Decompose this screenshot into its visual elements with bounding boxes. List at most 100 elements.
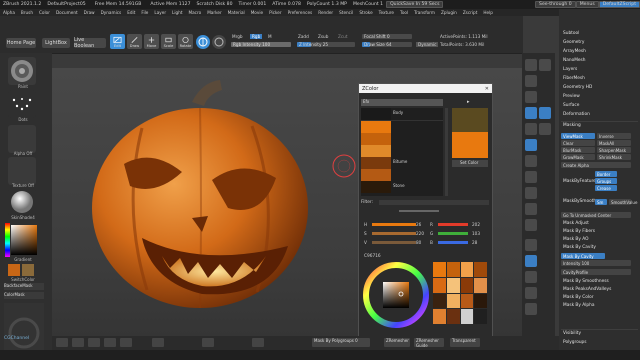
material-thumbnail[interactable] <box>8 188 36 216</box>
secondary-color-swatch[interactable] <box>22 264 34 276</box>
menu-item[interactable]: Edit <box>124 10 138 15</box>
bottom-shelf-button[interactable] <box>56 338 68 347</box>
geometry-hd-menu[interactable]: Geometry HD <box>563 85 592 90</box>
rotate-view-button[interactable] <box>525 219 537 231</box>
h-slider[interactable] <box>372 223 416 226</box>
stroke-thumbnail[interactable] <box>8 90 36 118</box>
lightbox-button[interactable]: LightBox <box>42 38 70 48</box>
menu-item[interactable]: Zscript <box>460 10 481 15</box>
palette-swatch[interactable] <box>433 262 446 277</box>
move-view-button[interactable] <box>525 187 537 199</box>
blur-mask-button[interactable]: BlurMask <box>561 147 595 153</box>
sharpen-mask-button[interactable]: SharpenMask <box>597 147 631 153</box>
rgb-intensity-slider[interactable]: Rgb Intensity 100 <box>231 42 291 47</box>
bottom-shelf-button[interactable] <box>104 338 116 347</box>
menu-item[interactable]: Marker <box>204 10 224 15</box>
palette-swatch[interactable] <box>433 293 446 309</box>
palette-swatch[interactable] <box>446 262 460 277</box>
solo-button[interactable] <box>525 287 537 299</box>
color-palette-grid[interactable] <box>433 262 487 324</box>
switch-color-label[interactable]: SwitchColor <box>0 277 46 282</box>
lsym-button[interactable] <box>525 155 537 167</box>
menu-item[interactable]: Tool <box>397 10 411 15</box>
mask-by-ao-menu[interactable]: Mask By AO <box>563 237 589 242</box>
menu-item[interactable]: Color <box>36 10 53 15</box>
menu-item[interactable]: Brush <box>18 10 36 15</box>
menu-item[interactable]: Transform <box>411 10 438 15</box>
bpr-button[interactable] <box>525 59 537 71</box>
palette-swatch[interactable] <box>446 293 460 309</box>
b-slider[interactable] <box>438 241 468 244</box>
color-wheel[interactable] <box>363 262 429 328</box>
swatch-list[interactable]: Body Bitume Stone <box>361 108 443 196</box>
close-icon[interactable]: ✕ <box>485 86 489 92</box>
ghost-button[interactable] <box>525 271 537 283</box>
palette-swatch[interactable] <box>460 277 474 293</box>
set-color-button[interactable]: Set Color <box>452 160 488 167</box>
menu-item[interactable]: Document <box>53 10 81 15</box>
palette-swatch[interactable] <box>460 309 474 324</box>
quicksave-button[interactable]: QuickSave In 59 Secs <box>386 1 444 8</box>
menu-item[interactable]: Stencil <box>336 10 356 15</box>
hex-value[interactable]: C96716 <box>364 254 381 259</box>
menu-item[interactable]: Layer <box>151 10 169 15</box>
local-button[interactable] <box>525 139 537 151</box>
gyro-button[interactable] <box>196 35 210 49</box>
menu-item[interactable]: Help <box>480 10 496 15</box>
zoom3d-button[interactable] <box>525 203 537 215</box>
menu-item[interactable]: Movie <box>248 10 266 15</box>
cavity-profile-button[interactable]: CavityProfile <box>561 269 631 275</box>
mask-adjust-menu[interactable]: Mask Adjust <box>563 221 589 226</box>
palette-swatch[interactable] <box>446 277 460 293</box>
menu-item[interactable]: Preferences <box>285 10 316 15</box>
dynamic-toggle[interactable]: Dynamic <box>416 42 439 47</box>
texture-thumbnail[interactable] <box>8 157 36 185</box>
zremesher-guide-button[interactable]: ZRemesher Guide <box>414 338 444 348</box>
cavity-intensity-slider[interactable]: Intensity 100 <box>561 260 631 266</box>
palette-swatch[interactable] <box>474 277 487 293</box>
zoom-button[interactable] <box>525 91 537 103</box>
r-slider[interactable] <box>438 223 468 226</box>
zcolor-search[interactable]: Efx <box>361 99 443 106</box>
inverse-button[interactable]: Inverse <box>597 133 631 139</box>
move-tool-button[interactable]: Move <box>144 34 159 49</box>
bottom-shelf-button[interactable] <box>202 338 214 347</box>
menu-item[interactable]: Texture <box>376 10 397 15</box>
go-unmasked-center-button[interactable]: Go To Unmasked Center <box>561 212 631 218</box>
swatch-stone[interactable] <box>361 181 391 193</box>
backface-mask-button[interactable]: BackfaceMask <box>4 283 44 290</box>
rotate-tool-button[interactable]: Rotate <box>178 34 193 49</box>
border-option[interactable]: Border <box>595 171 617 177</box>
edit-tool-button[interactable]: Edit <box>110 34 125 49</box>
filter-field[interactable] <box>379 200 489 205</box>
transp-button[interactable] <box>525 255 537 267</box>
palette-swatch[interactable] <box>474 293 487 309</box>
alpha-thumbnail[interactable] <box>8 125 36 153</box>
polyf-button[interactable] <box>525 239 537 251</box>
menu-item[interactable]: Draw <box>81 10 98 15</box>
s-slider[interactable] <box>372 232 416 235</box>
palette-swatch[interactable] <box>446 309 460 324</box>
arraymesh-menu[interactable]: ArrayMesh <box>563 49 586 54</box>
frame-button[interactable] <box>525 171 537 183</box>
preview-menu[interactable]: Preview <box>563 94 580 99</box>
color-picker[interactable] <box>5 223 39 257</box>
visibility-menu[interactable]: Visibility <box>563 331 581 336</box>
viewmask-button[interactable]: ViewMask <box>561 133 595 139</box>
menus-button[interactable]: Menus <box>575 1 599 8</box>
m-toggle[interactable]: M <box>268 34 272 39</box>
brush-thumbnail[interactable] <box>8 57 36 85</box>
mask-by-cavity-button[interactable]: Mask By Cavity <box>561 253 605 259</box>
swatch-body[interactable] <box>361 108 391 120</box>
menu-item[interactable]: Render <box>315 10 336 15</box>
menu-item[interactable]: Stroke <box>356 10 375 15</box>
menu-item[interactable]: Alpha <box>0 10 18 15</box>
color-mask-button[interactable]: ColorMask <box>4 292 44 299</box>
grow-mask-button[interactable]: GrowMask <box>561 154 595 160</box>
mrgb-toggle[interactable]: Mrgb <box>232 34 243 39</box>
v-slider[interactable] <box>372 241 416 244</box>
palette-swatch[interactable] <box>460 293 474 309</box>
polygroups-menu[interactable]: Polygroups <box>563 340 587 345</box>
fibermesh-menu[interactable]: FiberMesh <box>563 76 585 81</box>
draw-size-slider[interactable]: Draw Size 64 <box>362 42 412 47</box>
